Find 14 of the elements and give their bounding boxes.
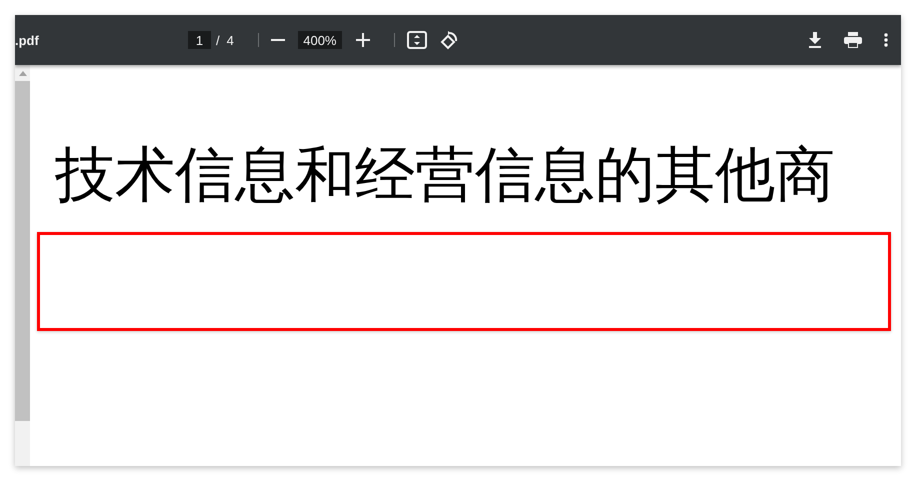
document-heading: 技术信息和经营信息的其他商 (55, 145, 836, 205)
print-icon[interactable] (844, 32, 862, 48)
page-count: 4 (226, 32, 234, 48)
scrollbar[interactable] (15, 65, 30, 466)
zoom-in-icon[interactable] (356, 33, 370, 47)
file-title: .pdf (15, 32, 40, 48)
more-icon[interactable] (884, 33, 888, 47)
zoom-field[interactable]: 400% (298, 31, 342, 49)
download-icon[interactable] (808, 32, 822, 48)
fit-page-icon[interactable] (406, 31, 427, 49)
page-number-field[interactable]: 1 (188, 31, 211, 49)
rotate-icon[interactable] (438, 30, 459, 50)
scrollbar-thumb[interactable] (15, 81, 30, 421)
page-separator: / (216, 32, 220, 48)
